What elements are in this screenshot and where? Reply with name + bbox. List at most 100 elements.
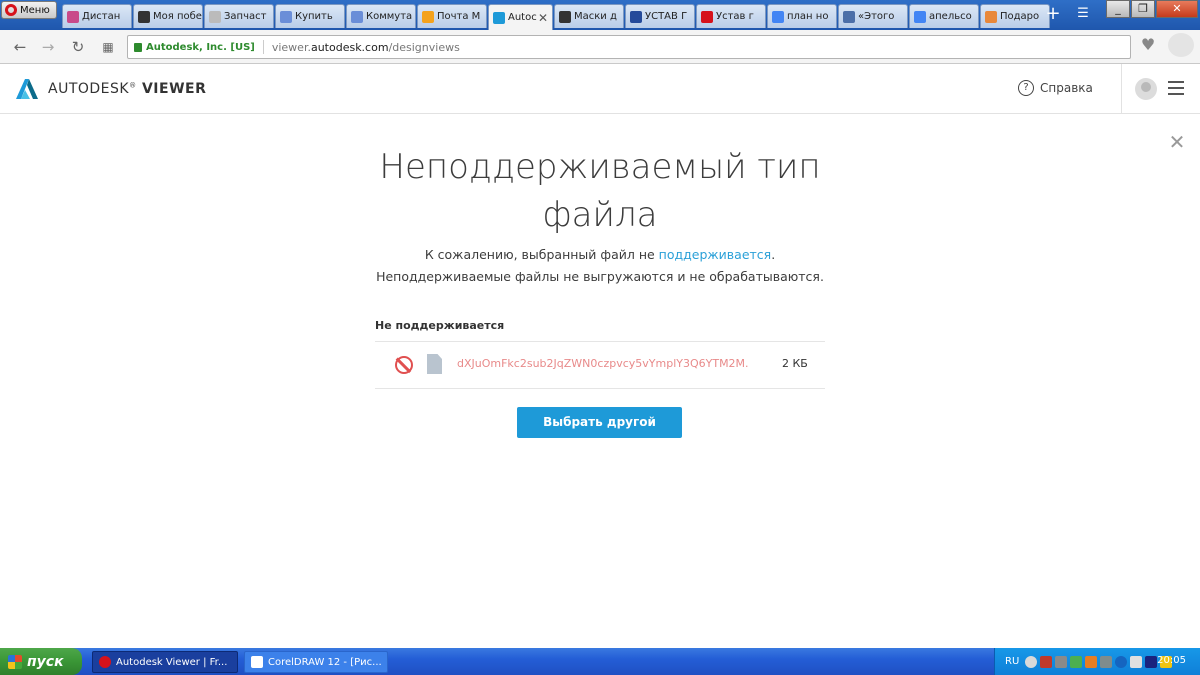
tray-app-icon[interactable] <box>1040 655 1053 668</box>
tab-label: Дистан <box>82 11 121 22</box>
secure-label: Autodesk, Inc. [US] <box>146 41 255 53</box>
tab-favicon-icon <box>701 10 713 23</box>
tab-label: Коммута <box>366 11 413 22</box>
tab-label: Маски д <box>574 11 617 22</box>
back-arrow-icon[interactable] <box>1025 655 1038 668</box>
coreldraw-icon <box>251 656 263 668</box>
url-input[interactable]: Autodesk, Inc. [US] viewer.autodesk.com/… <box>127 35 1131 59</box>
avatar[interactable] <box>1135 78 1157 100</box>
tab-favicon-icon <box>209 10 221 23</box>
message-line2: Неподдерживаемые файлы не выгружаются и … <box>376 269 824 284</box>
close-tab-icon[interactable]: ✕ <box>538 11 548 25</box>
tab-favicon-icon <box>493 11 505 24</box>
message-prefix: К сожалению, выбранный файл не <box>424 247 659 262</box>
system-tray: RU 20:05 <box>994 648 1200 675</box>
browser-tab[interactable]: Почта М <box>417 4 487 28</box>
tab-label: Почта М <box>437 11 481 22</box>
taskbar-item-coreldraw[interactable]: CorelDRAW 12 - [Рис... <box>244 651 388 673</box>
lock-icon <box>134 42 142 52</box>
app-brand[interactable]: AUTODESK® VIEWER <box>48 81 206 97</box>
error-message: К сожалению, выбранный файл не поддержив… <box>300 244 900 288</box>
browser-tab[interactable]: Моя побе <box>133 4 203 28</box>
opera-menu-label: Меню <box>20 4 50 16</box>
tab-favicon-icon <box>772 10 784 23</box>
file-row: dXJuOmFkc2sub2JqZWN0czpvcy5vYmplY3Q6YTM2… <box>375 342 825 388</box>
tab-favicon-icon <box>630 10 642 23</box>
list-divider-bottom <box>375 388 825 389</box>
tab-label: Купить <box>295 11 333 22</box>
unsupported-link[interactable]: поддерживается <box>659 247 772 262</box>
windows-taskbar: пуск Autodesk Viewer | Fr... CorelDRAW 1… <box>0 648 1200 675</box>
autodesk-logo-icon[interactable] <box>16 79 38 99</box>
close-window-button[interactable]: ✕ <box>1156 0 1198 18</box>
file-name: dXJuOmFkc2sub2JqZWN0czpvcy5vYmplY3Q6YTM2… <box>457 357 749 370</box>
clock[interactable]: 20:05 <box>1157 655 1186 666</box>
tab-favicon-icon <box>422 10 434 23</box>
volume-icon[interactable] <box>1130 655 1143 668</box>
browser-tab[interactable]: Маски д <box>554 4 624 28</box>
file-icon <box>427 354 442 374</box>
tab-favicon-icon <box>280 10 292 23</box>
signal-icon[interactable] <box>1070 655 1083 668</box>
browser-tab[interactable]: апельсо <box>909 4 979 28</box>
tab-favicon-icon <box>351 10 363 23</box>
downloads-icon[interactable] <box>1168 33 1194 57</box>
opera-menu-button[interactable]: Меню <box>1 1 57 19</box>
tab-favicon-icon <box>559 10 571 23</box>
new-tab-icon[interactable]: + <box>1040 4 1066 26</box>
start-button[interactable]: пуск <box>0 648 82 675</box>
restore-button[interactable]: ❐ <box>1131 0 1155 18</box>
tray-app-icon[interactable] <box>1085 655 1098 668</box>
back-icon[interactable]: ← <box>10 37 30 57</box>
close-dialog-icon[interactable]: ✕ <box>1168 132 1186 152</box>
tab-strip: Дистан Моя побе Запчаст Купить Коммута Почта … <box>62 4 1051 30</box>
url-domain: autodesk.com <box>310 40 389 54</box>
opera-icon <box>99 656 111 668</box>
browser-tab[interactable]: УСТАВ Г <box>625 4 695 28</box>
minimize-button[interactable]: _ <box>1106 0 1130 18</box>
tray-app-icon[interactable] <box>1055 655 1068 668</box>
browser-tab[interactable]: Купить <box>275 4 345 28</box>
brand-regular: AUTODESK <box>48 81 130 97</box>
url-divider <box>262 40 264 54</box>
hamburger-menu-icon[interactable] <box>1168 81 1184 95</box>
brand-mark: ® <box>129 81 137 90</box>
bluetooth-icon[interactable] <box>1115 655 1128 668</box>
tab-list-icon[interactable]: ☰ <box>1070 4 1096 26</box>
bookmark-heart-icon[interactable]: ♥ <box>1137 35 1159 55</box>
browser-tab[interactable]: Запчаст <box>204 4 274 28</box>
browser-tab[interactable]: Autoc ✕ <box>488 4 553 30</box>
message-suffix: . <box>771 247 776 262</box>
address-bar: ← → ↻ ▦ Autodesk, Inc. [US] viewer.autod… <box>0 30 1200 64</box>
network-icon[interactable] <box>1100 655 1113 668</box>
speed-dial-icon[interactable]: ▦ <box>98 37 118 57</box>
url-text: viewer.autodesk.com/designviews <box>272 41 460 54</box>
unsupported-list-header: Не поддерживается <box>375 319 505 332</box>
tab-favicon-icon <box>914 10 926 23</box>
secure-badge[interactable]: Autodesk, Inc. [US] <box>134 42 255 53</box>
browser-tab[interactable]: Дистан <box>62 4 132 28</box>
help-label: Справка <box>1040 81 1093 95</box>
tab-favicon-icon <box>138 10 150 23</box>
reload-icon[interactable]: ↻ <box>68 37 88 57</box>
browser-tab[interactable]: Устав г <box>696 4 766 28</box>
app-header: AUTODESK® VIEWER ? Справка <box>0 64 1200 114</box>
security-shield-icon[interactable] <box>1145 655 1158 668</box>
browser-tab[interactable]: план но <box>767 4 837 28</box>
help-link[interactable]: ? Справка <box>1018 80 1093 96</box>
tab-label: «Этого <box>858 11 895 22</box>
browser-tab-bar: Меню Дистан Моя побе Запчаст Купить Коммута П… <box>0 0 1200 30</box>
file-size: 2 КБ <box>782 357 808 370</box>
page-title: Неподдерживаемый тип файла <box>379 147 821 235</box>
tab-label: Устав г <box>716 11 754 22</box>
taskbar-item-autodesk[interactable]: Autodesk Viewer | Fr... <box>92 651 238 673</box>
browser-tab[interactable]: «Этого <box>838 4 908 28</box>
choose-another-button[interactable]: Выбрать другой <box>517 407 682 438</box>
language-indicator[interactable]: RU <box>1005 656 1019 667</box>
browser-tab[interactable]: Коммута <box>346 4 416 28</box>
url-prefix: viewer. <box>271 40 311 54</box>
url-path: /designviews <box>388 40 460 54</box>
forward-icon[interactable]: → <box>38 37 58 57</box>
tab-favicon-icon <box>843 10 855 23</box>
brand-bold: VIEWER <box>136 81 207 97</box>
